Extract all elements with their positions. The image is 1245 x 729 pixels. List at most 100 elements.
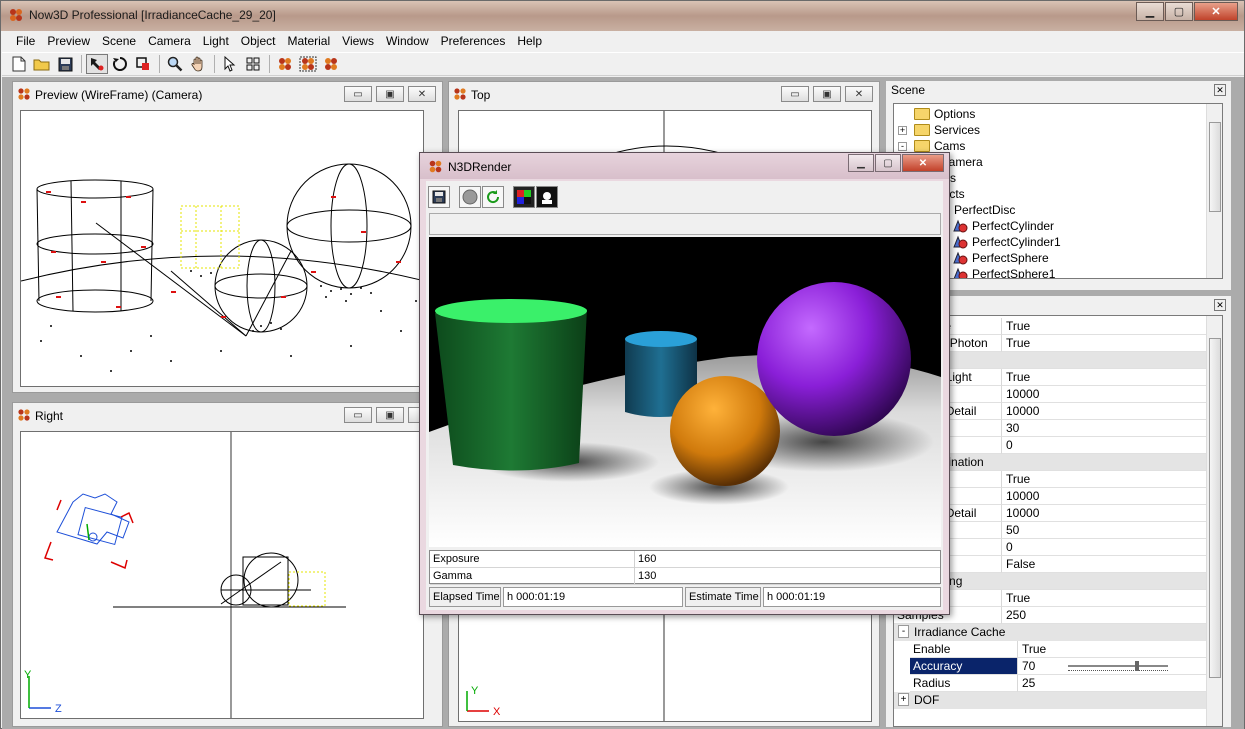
minimize-button[interactable]: ▭ <box>781 86 809 102</box>
app-logo-icon <box>18 409 30 421</box>
menu-material[interactable]: Material <box>281 34 336 48</box>
menu-preview[interactable]: Preview <box>41 34 96 48</box>
right-view-canvas[interactable]: Y Z <box>20 431 424 719</box>
expand-icon[interactable]: + <box>898 125 907 135</box>
property-row[interactable]: Radius 25 <box>910 675 1208 692</box>
property-value[interactable]: True <box>1002 369 1208 386</box>
property-value[interactable]: 10000 <box>1002 403 1208 420</box>
render-settings-table[interactable]: Exposure 160 Gamma 130 <box>429 550 941 585</box>
close-icon[interactable]: ✕ <box>1214 299 1226 311</box>
zoom-icon[interactable] <box>164 54 186 74</box>
restore-button[interactable]: ▣ <box>813 86 841 102</box>
minimize-button[interactable]: ▭ <box>344 86 372 102</box>
rotate-tool-icon[interactable] <box>109 54 131 74</box>
property-row[interactable]: Accuracy 70 <box>910 658 1208 675</box>
minimize-button[interactable]: ▭ <box>344 407 372 423</box>
menu-scene[interactable]: Scene <box>96 34 142 48</box>
preview-viewport-titlebar[interactable]: Preview (WireFrame) (Camera) ▭ ▣ ✕ <box>13 82 442 108</box>
exposure-value[interactable]: 160 <box>638 553 656 565</box>
menu-preferences[interactable]: Preferences <box>435 34 512 48</box>
property-value[interactable]: True <box>1018 641 1208 658</box>
property-value[interactable]: 250 <box>1002 607 1208 624</box>
move-tool-icon[interactable] <box>86 54 108 74</box>
tree-item-perfectcylinder[interactable]: PerfectCylinder <box>952 218 1054 234</box>
property-category-dof[interactable]: + DOF <box>894 692 1208 709</box>
gamma-row[interactable]: Gamma 130 <box>430 568 940 585</box>
grid-icon[interactable] <box>242 54 264 74</box>
property-value[interactable]: 10000 <box>1002 386 1208 403</box>
collapse-icon[interactable]: - <box>898 625 909 638</box>
scene-tree-scrollbar[interactable] <box>1206 104 1222 278</box>
right-viewport-titlebar[interactable]: Right ▭ ▣ ✕ <box>13 403 442 429</box>
stop-render-icon[interactable] <box>459 186 481 208</box>
maximize-button[interactable]: ▢ <box>875 154 901 172</box>
property-value[interactable]: True <box>1002 318 1208 335</box>
property-value[interactable]: 0 <box>1002 437 1208 454</box>
minimize-button[interactable]: ▁ <box>848 154 874 172</box>
menu-file[interactable]: File <box>10 34 41 48</box>
tree-item-perfectcylinder1[interactable]: PerfectCylinder1 <box>952 234 1061 250</box>
tree-item-services[interactable]: + Services <box>898 122 980 138</box>
accuracy-slider[interactable] <box>1068 660 1168 673</box>
menu-camera[interactable]: Camera <box>142 34 197 48</box>
close-button[interactable]: ✕ <box>845 86 873 102</box>
menu-help[interactable]: Help <box>511 34 548 48</box>
menu-bar: File Preview Scene Camera Light Object M… <box>2 31 1244 51</box>
close-button[interactable]: ✕ <box>902 154 944 172</box>
property-value[interactable]: True <box>1002 471 1208 488</box>
tree-item-perfectsphere1[interactable]: PerfectSphere1 <box>952 266 1055 278</box>
preview-wireframe-canvas[interactable] <box>20 110 424 387</box>
close-button[interactable]: ✕ <box>408 86 436 102</box>
property-value[interactable]: 50 <box>1002 522 1208 539</box>
pan-hand-icon[interactable] <box>187 54 209 74</box>
property-value[interactable]: 10000 <box>1002 505 1208 522</box>
render-all-icon[interactable] <box>320 54 342 74</box>
select-arrow-icon[interactable] <box>219 54 241 74</box>
render-window-titlebar[interactable]: N3DRender ▁ ▢ ✕ <box>420 153 949 179</box>
render-region-icon[interactable] <box>297 54 319 74</box>
menu-object[interactable]: Object <box>235 34 282 48</box>
title-bar[interactable]: Now3D Professional [IrradianceCache_29_2… <box>1 1 1244 31</box>
maximize-button[interactable]: ▢ <box>1165 2 1193 21</box>
menu-views[interactable]: Views <box>336 34 380 48</box>
property-value[interactable]: True <box>1002 590 1208 607</box>
open-folder-icon[interactable] <box>31 54 53 74</box>
render-icon[interactable] <box>274 54 296 74</box>
menu-window[interactable]: Window <box>380 34 435 48</box>
property-value[interactable]: 0 <box>1002 539 1208 556</box>
save-icon[interactable] <box>428 186 450 208</box>
property-row[interactable]: Enable True <box>910 641 1208 658</box>
minimize-button[interactable]: ▁ <box>1136 2 1164 21</box>
restore-button[interactable]: ▣ <box>376 407 404 423</box>
new-file-icon[interactable] <box>8 54 30 74</box>
tree-item-perfectdisc[interactable]: PerfectDisc <box>954 202 1015 218</box>
restore-button[interactable]: ▣ <box>376 86 404 102</box>
tree-item-options[interactable]: Options <box>898 106 975 122</box>
collapse-icon[interactable]: - <box>898 141 907 151</box>
color-channels-icon[interactable] <box>513 186 535 208</box>
mdi-workspace: Preview (WireFrame) (Camera) ▭ ▣ ✕ Top ▭… <box>2 77 1244 729</box>
scrollbar-thumb[interactable] <box>1209 122 1221 212</box>
menu-light[interactable]: Light <box>197 34 235 48</box>
refresh-render-icon[interactable] <box>482 186 504 208</box>
gamma-value[interactable]: 130 <box>638 570 656 582</box>
property-grid-scrollbar[interactable] <box>1206 316 1222 726</box>
top-viewport-titlebar[interactable]: Top ▭ ▣ ✕ <box>449 82 879 108</box>
close-button[interactable]: ✕ <box>1194 2 1238 21</box>
property-value[interactable]: 30 <box>1002 420 1208 437</box>
tree-item-perfectsphere[interactable]: PerfectSphere <box>952 250 1049 266</box>
exposure-row[interactable]: Exposure 160 <box>430 551 940 568</box>
alpha-channel-icon[interactable] <box>536 186 558 208</box>
property-value[interactable]: 10000 <box>1002 488 1208 505</box>
axis-y-label: Y <box>471 685 479 697</box>
property-value[interactable]: True <box>1002 335 1208 352</box>
property-value[interactable]: 25 <box>1018 675 1208 692</box>
estimate-time-value: h 000:01:19 <box>763 587 941 607</box>
scale-tool-icon[interactable] <box>132 54 154 74</box>
property-value[interactable]: False <box>1002 556 1208 573</box>
scrollbar-thumb[interactable] <box>1209 338 1221 678</box>
save-icon[interactable] <box>54 54 76 74</box>
expand-icon[interactable]: + <box>898 693 909 706</box>
close-icon[interactable]: ✕ <box>1214 84 1226 96</box>
property-category-irradiance-cache[interactable]: - Irradiance Cache <box>894 624 1208 641</box>
